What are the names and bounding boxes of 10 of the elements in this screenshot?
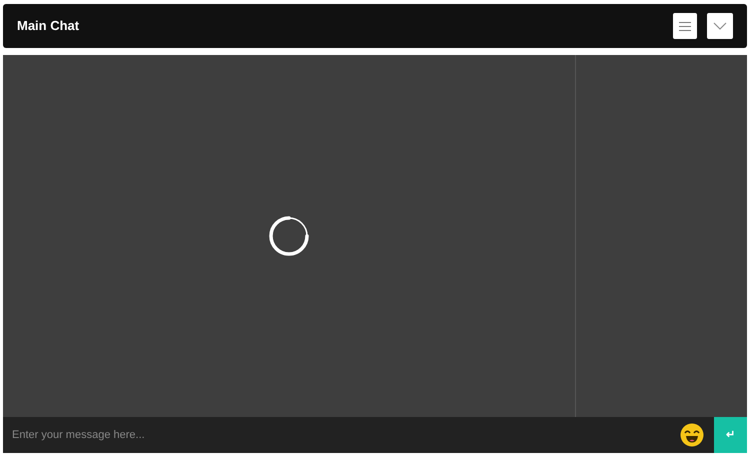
menu-button[interactable] xyxy=(673,13,697,39)
collapse-button[interactable] xyxy=(707,13,733,39)
chat-title: Main Chat xyxy=(17,17,80,36)
message-input[interactable]: Enter your message here... xyxy=(3,417,680,453)
menu-icon xyxy=(679,22,691,30)
loading-spinner-icon xyxy=(268,215,310,257)
send-button[interactable]: ↵ xyxy=(714,417,747,453)
chevron-down-icon xyxy=(713,22,727,30)
smiley-icon xyxy=(680,423,704,447)
emoji-button[interactable] xyxy=(680,417,714,453)
